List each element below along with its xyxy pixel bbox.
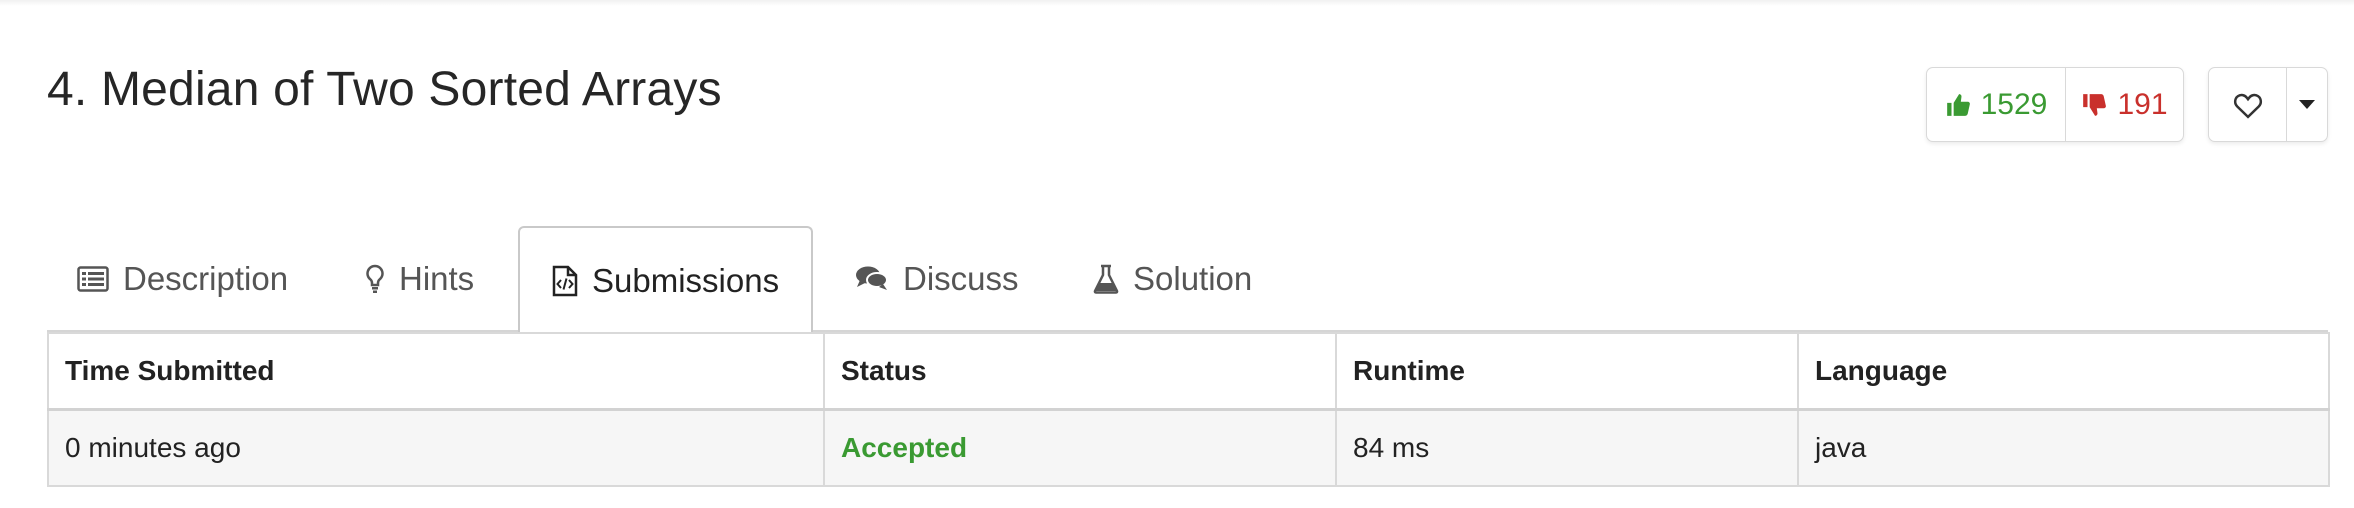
column-header-runtime: Runtime (1335, 332, 1799, 411)
table-header-row: Time Submitted Status Runtime Language (47, 332, 2330, 411)
cell-time-submitted: 0 minutes ago (47, 408, 825, 487)
flask-icon (1093, 264, 1119, 294)
tab-discuss[interactable]: Discuss (855, 226, 1019, 332)
status-accepted-link[interactable]: Accepted (841, 432, 967, 463)
code-file-icon (552, 265, 578, 297)
tab-description[interactable]: Description (77, 226, 288, 332)
dislike-count: 191 (2117, 87, 2168, 121)
favorite-group (2208, 67, 2328, 142)
thumbs-down-icon (2083, 93, 2107, 116)
cell-language: java (1797, 408, 2330, 487)
lightbulb-icon (366, 264, 384, 293)
column-header-language: Language (1797, 332, 2330, 411)
top-shadow (0, 0, 2354, 6)
tab-description-label: Description (123, 260, 289, 297)
tab-submissions-label: Submissions (592, 262, 780, 299)
like-count: 1529 (1980, 87, 2048, 121)
tab-discuss-label: Discuss (903, 260, 1019, 297)
tab-hints-label: Hints (399, 260, 475, 297)
dislike-button[interactable]: 191 (2066, 68, 2183, 141)
column-header-status: Status (823, 332, 1337, 411)
favorite-menu-button[interactable] (2287, 68, 2327, 141)
cell-status[interactable]: Accepted (823, 408, 1337, 487)
vote-group: 1529 191 (1926, 67, 2184, 142)
comments-icon (856, 266, 888, 290)
table-row: 0 minutes ago Accepted 84 ms java (47, 408, 2330, 487)
caret-down-icon (2299, 99, 2315, 109)
tab-solution[interactable]: Solution (1093, 226, 1252, 332)
cell-runtime: 84 ms (1335, 408, 1799, 487)
problem-tabs: Description Hints Submissions Discuss So… (47, 226, 2328, 334)
heart-icon (2233, 93, 2262, 119)
favorite-button[interactable] (2209, 68, 2287, 141)
tab-submissions[interactable]: Submissions (518, 226, 814, 334)
submissions-table: Time Submitted Status Runtime Language 0… (47, 332, 2330, 487)
tab-solution-label: Solution (1133, 260, 1253, 297)
list-icon (77, 266, 109, 292)
column-header-time: Time Submitted (47, 332, 825, 411)
tab-hints[interactable]: Hints (365, 226, 474, 332)
problem-title: 4. Median of Two Sorted Arrays (47, 63, 722, 116)
thumbs-up-icon (1946, 93, 1970, 116)
like-button[interactable]: 1529 (1927, 68, 2066, 141)
